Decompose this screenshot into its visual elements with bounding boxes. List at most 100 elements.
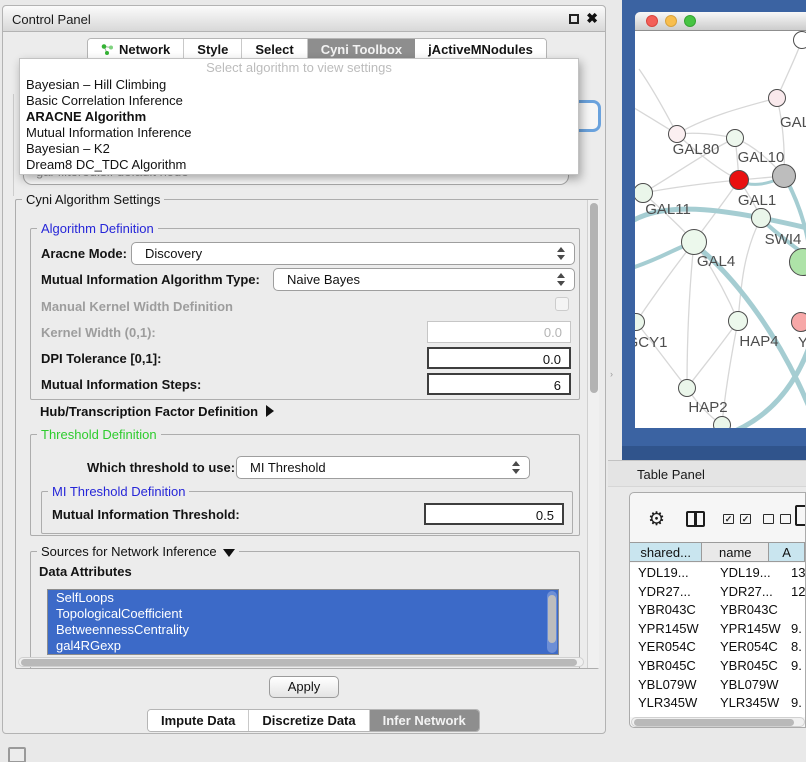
node-label-gal11: GAL11 [645, 201, 691, 218]
network-node[interactable] [729, 170, 749, 190]
data-attributes-label: Data Attributes [39, 564, 132, 579]
tab-infer-network[interactable]: Infer Network [370, 710, 479, 731]
mi-steps-field[interactable]: 6 [427, 373, 571, 395]
network-canvas[interactable]: GALGAL80GAL10GAL1GAL11SWI4GAL4GCY1HAP4YH… [635, 31, 806, 428]
table-body: YDL19...YDL19...13YDR27...YDR27...12YBR0… [630, 563, 805, 717]
column-header-shared[interactable]: shared... [630, 543, 702, 561]
mi-threshold-field[interactable]: 0.5 [424, 503, 564, 525]
minimized-panel-icon[interactable] [8, 747, 26, 762]
tab-label: Infer Network [383, 713, 466, 728]
tab-cyni-toolbox[interactable]: Cyni Toolbox [308, 39, 415, 60]
minimize-traffic-light-icon[interactable] [665, 15, 677, 27]
algorithm-option-basic-correlation-inference[interactable]: Basic Correlation Inference [20, 93, 578, 109]
table-panel-header: Table Panel [608, 460, 806, 487]
file-icon[interactable] [795, 505, 806, 526]
node-label-gal80: GAL80 [673, 141, 720, 158]
network-node[interactable] [678, 379, 696, 397]
algorithm-definition-group: Algorithm Definition Aracne Mode: Discov… [30, 228, 580, 400]
attribute-item-betweennesscentrality[interactable]: BetweennessCentrality [48, 622, 558, 638]
table-row[interactable]: YBR043CYBR043C [630, 600, 805, 619]
algorithm-option-bayesian-hill-climbing[interactable]: Bayesian – Hill Climbing [20, 77, 578, 93]
aracne-mode-combo[interactable]: Discovery [131, 242, 575, 265]
which-threshold-label: Which threshold to use: [87, 460, 235, 475]
apply-button[interactable]: Apply [269, 676, 339, 698]
network-node[interactable] [768, 89, 786, 107]
table-row[interactable]: YLR345WYLR345W9. [630, 693, 805, 712]
table-cell: YPR145W [720, 619, 781, 638]
table-row[interactable]: YDR27...YDR27...12 [630, 582, 805, 601]
table-row[interactable]: YDL19...YDL19...13 [630, 563, 805, 582]
table-row[interactable]: YBR045CYBR045C9. [630, 656, 805, 675]
cyni-bottom-tab-bar: Impute DataDiscretize Data Infer Network [147, 709, 480, 732]
node-label-gal1: GAL1 [738, 192, 776, 209]
close-icon[interactable]: ✖ [586, 10, 598, 27]
table-cell: 12 [791, 582, 805, 601]
dpi-tolerance-label: DPI Tolerance [0,1]: [41, 351, 161, 366]
network-node[interactable] [751, 208, 771, 228]
table-row[interactable]: YPR145WYPR145W9. [630, 619, 805, 638]
float-window-icon[interactable] [569, 14, 579, 24]
kernel-width-field: 0.0 [427, 321, 571, 343]
settings-horizontal-scrollbar[interactable] [18, 657, 584, 667]
network-node[interactable] [772, 164, 796, 188]
aracne-mode-value: Discovery [145, 246, 202, 261]
settings-vertical-scrollbar[interactable] [587, 200, 599, 668]
network-node[interactable] [728, 311, 748, 331]
tab-style[interactable]: Style [184, 39, 242, 60]
attribute-item-gal4rgexp[interactable]: gal4RGexp [48, 638, 558, 654]
select-all-check-icon[interactable]: ✓ [740, 514, 751, 524]
deselect-all-icon[interactable] [780, 514, 791, 524]
hub-factor-expander[interactable]: Hub/Transcription Factor Definition [40, 404, 274, 419]
network-node[interactable] [726, 129, 744, 147]
scrollbar-thumb[interactable] [21, 659, 577, 666]
tab-impute-data[interactable]: Impute Data [148, 710, 249, 731]
tab-select[interactable]: Select [242, 39, 307, 60]
network-window-titlebar[interactable] [635, 12, 806, 31]
close-traffic-light-icon[interactable] [646, 15, 658, 27]
algorithm-option-dream8-dc-tdc-algorithm[interactable]: Dream8 DC_TDC Algorithm [20, 157, 578, 173]
hub-factor-label: Hub/Transcription Factor Definition [40, 404, 258, 419]
tab-jactivemnodules[interactable]: jActiveMNodules [415, 39, 546, 60]
deselect-all-icon[interactable] [763, 514, 774, 524]
table-cell: YBR043C [638, 600, 696, 619]
algorithm-option-bayesian-k2[interactable]: Bayesian – K2 [20, 141, 578, 157]
scrollbar-thumb[interactable] [634, 719, 794, 726]
mi-algorithm-type-combo[interactable]: Naive Bayes [273, 268, 575, 291]
attribute-item-topologicalcoefficient[interactable]: TopologicalCoefficient [48, 606, 558, 622]
table-cell: YDL19... [720, 563, 771, 582]
column-header-a[interactable]: A [769, 543, 805, 561]
tab-label: jActiveMNodules [428, 42, 533, 57]
which-threshold-combo[interactable]: MI Threshold [236, 456, 530, 479]
split-pane-handle[interactable]: › [610, 369, 613, 379]
network-node[interactable] [681, 229, 707, 255]
list-scrollbar[interactable] [547, 591, 557, 653]
aracne-mode-label: Aracne Mode: [41, 246, 127, 261]
dpi-tolerance-field[interactable]: 0.0 [427, 347, 571, 369]
scrollbar-thumb[interactable] [590, 203, 598, 393]
algorithm-dropdown-list: Bayesian – Hill ClimbingBasic Correlatio… [20, 77, 578, 173]
select-all-check-icon[interactable]: ✓ [723, 514, 734, 524]
table-row[interactable]: YER054CYER054C8. [630, 637, 805, 656]
gear-icon[interactable]: ⚙ [648, 508, 665, 531]
algorithm-option-aracne-algorithm[interactable]: ARACNE Algorithm [20, 109, 578, 125]
which-threshold-value: MI Threshold [250, 460, 326, 475]
algorithm-dropdown: Select algorithm to view settings Bayesi… [19, 58, 579, 175]
zoom-traffic-light-icon[interactable] [684, 15, 696, 27]
network-node[interactable] [791, 312, 806, 332]
column-header-name[interactable]: name [702, 543, 769, 561]
table-horizontal-scrollbar[interactable] [631, 717, 805, 727]
algorithm-option-mutual-information-inference[interactable]: Mutual Information Inference [20, 125, 578, 141]
node-label-hap2: HAP2 [688, 399, 727, 416]
node-label-gal4: GAL4 [697, 253, 735, 270]
tab-label: Style [197, 42, 228, 57]
scrollbar-thumb[interactable] [548, 595, 556, 643]
table-panel-title: Table Panel [637, 467, 705, 482]
tab-network[interactable]: Network [88, 39, 184, 60]
table-row[interactable]: YBL079WYBL079W [630, 675, 805, 694]
tab-discretize-data[interactable]: Discretize Data [249, 710, 369, 731]
mi-type-label: Mutual Information Algorithm Type: [41, 272, 260, 287]
columns-icon[interactable] [686, 511, 705, 527]
attribute-item-selfloops[interactable]: SelfLoops [48, 590, 558, 606]
network-node[interactable] [713, 416, 731, 428]
network-node[interactable] [793, 31, 806, 49]
